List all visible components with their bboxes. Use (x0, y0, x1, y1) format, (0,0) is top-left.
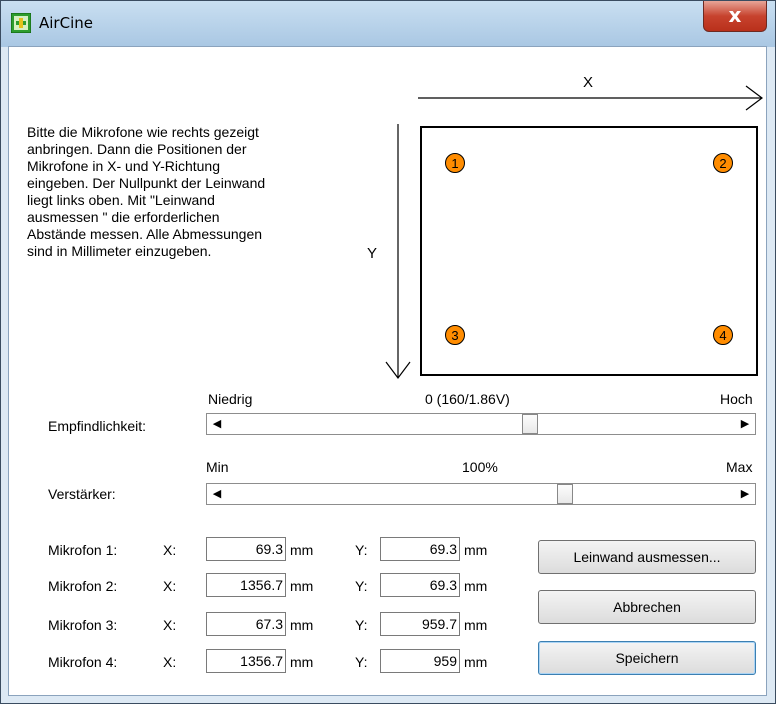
mic-4-x-prefix: X: (163, 654, 177, 670)
mic-1-x-unit: mm (290, 542, 314, 558)
scroll-right-icon[interactable]: ▶ (736, 415, 754, 433)
save-button[interactable]: Speichern (538, 641, 756, 675)
mic-marker-1: 1 (445, 153, 465, 173)
scroll-left-icon[interactable]: ◀ (208, 415, 226, 433)
sensitivity-min-label: Niedrig (208, 391, 253, 407)
sensitivity-max-label: Hoch (720, 391, 753, 407)
gain-value-label: 100% (462, 459, 498, 475)
y-axis-label: Y (367, 245, 378, 262)
mic-3-y-prefix: Y: (355, 617, 368, 633)
mic-2-x-prefix: X: (163, 578, 177, 594)
mic-4-x-unit: mm (290, 654, 314, 670)
mic-4-x-input[interactable]: 1356.7 (206, 649, 286, 673)
x-axis-label: X (583, 74, 594, 91)
sensitivity-slider[interactable]: ◀ ▶ (206, 413, 756, 435)
mic-1-x-prefix: X: (163, 542, 177, 558)
mic-2-y-input[interactable]: 69.3 (380, 573, 460, 597)
gain-min-label: Min (206, 459, 229, 475)
mic-3-x-prefix: X: (163, 617, 177, 633)
gain-label: Verstärker: (48, 486, 116, 502)
mic-1-x-input[interactable]: 69.3 (206, 537, 286, 561)
gain-slider[interactable]: ◀ ▶ (206, 483, 756, 505)
mic-2-x-input[interactable]: 1356.7 (206, 573, 286, 597)
scroll-right-icon[interactable]: ▶ (736, 485, 754, 503)
gain-slider-thumb[interactable] (557, 484, 573, 504)
screen-diagram (420, 126, 758, 376)
mic-3-label: Mikrofon 3: (48, 617, 118, 633)
mic-4-y-prefix: Y: (355, 654, 368, 670)
mic-1-y-unit: mm (464, 542, 488, 558)
mic-4-y-unit: mm (464, 654, 488, 670)
cancel-button[interactable]: Abbrechen (538, 590, 756, 624)
mic-3-x-unit: mm (290, 617, 314, 633)
mic-3-y-unit: mm (464, 617, 488, 633)
mic-2-y-unit: mm (464, 578, 488, 594)
mic-3-y-input[interactable]: 959.7 (380, 612, 460, 636)
mic-2-label: Mikrofon 2: (48, 578, 118, 594)
mic-1-label: Mikrofon 1: (48, 542, 118, 558)
sensitivity-value-label: 0 (160/1.86V) (425, 391, 510, 407)
gain-max-label: Max (726, 459, 753, 475)
mic-marker-2: 2 (713, 153, 733, 173)
measure-screen-button[interactable]: Leinwand ausmessen... (538, 540, 756, 574)
mic-4-y-input[interactable]: 959 (380, 649, 460, 673)
mic-1-y-prefix: Y: (355, 542, 368, 558)
sensitivity-label: Empfindlichkeit: (48, 418, 147, 434)
scroll-left-icon[interactable]: ◀ (208, 485, 226, 503)
sensitivity-slider-thumb[interactable] (522, 414, 538, 434)
mic-2-y-prefix: Y: (355, 578, 368, 594)
mic-marker-4: 4 (713, 325, 733, 345)
mic-2-x-unit: mm (290, 578, 314, 594)
mic-4-label: Mikrofon 4: (48, 654, 118, 670)
mic-marker-3: 3 (445, 325, 465, 345)
mic-3-x-input[interactable]: 67.3 (206, 612, 286, 636)
mic-1-y-input[interactable]: 69.3 (380, 537, 460, 561)
